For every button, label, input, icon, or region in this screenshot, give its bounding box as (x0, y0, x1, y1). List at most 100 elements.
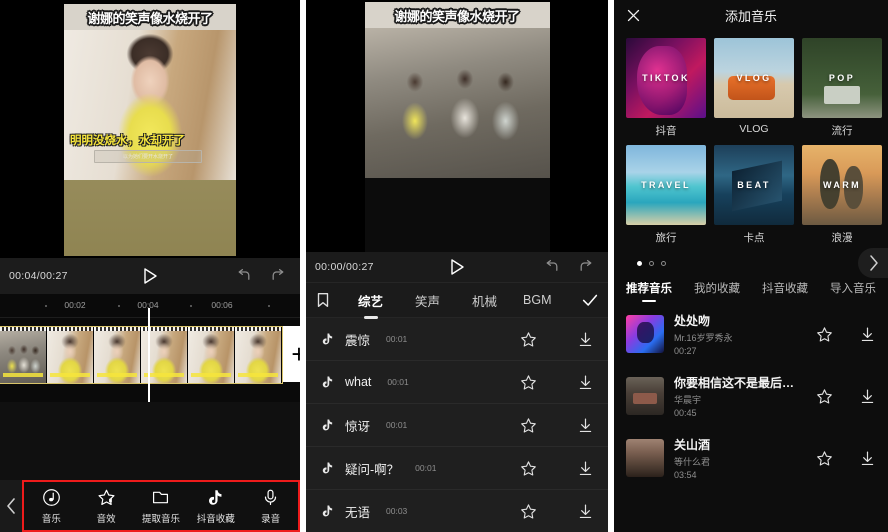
toolbar-item-sound-effects[interactable]: 音效 (80, 488, 132, 525)
timeline-filmstrip[interactable]: + (0, 318, 300, 402)
category-card-beat[interactable]: BEAT 卡点 (714, 145, 794, 245)
undo-redo-group (236, 268, 300, 284)
song-list[interactable]: 处处吻 Mr.16岁罗秀永 00:27 你要相信这不是最后… 华晨宇 00:45… (614, 303, 888, 489)
list-item[interactable]: 惊讶 00:01 (306, 404, 608, 447)
check-icon[interactable] (580, 290, 600, 310)
ruler-tick-label: 00:06 (211, 300, 233, 310)
album-art (626, 315, 664, 353)
tab-import-music[interactable]: 导入音乐 (830, 280, 876, 303)
close-icon[interactable] (626, 8, 641, 23)
category-artwork: TIKTOK (626, 38, 706, 118)
sfx-video-title-band: 谢娜的笑声像水烧开了 (364, 2, 550, 28)
sfx-tab-variety[interactable]: 综艺 (354, 291, 387, 310)
song-title: 你要相信这不是最后… (674, 376, 795, 390)
category-card-travel[interactable]: TRAVEL 旅行 (626, 145, 706, 245)
sfx-video-canvas[interactable]: 谢娜的笑声像水烧开了 (364, 2, 550, 252)
back-button[interactable] (0, 480, 22, 532)
ruler-tick-dot (190, 305, 192, 307)
subtitle-edit-box[interactable]: 以为她们要开水烧开了 (94, 150, 202, 163)
video-subtitle-overlay[interactable]: 明明没烧水，水却开了 (70, 132, 185, 148)
music-tabs: 推荐音乐 我的收藏 抖音收藏 导入音乐 (614, 274, 888, 303)
category-card-vlog[interactable]: VLOG VLOG (714, 38, 794, 138)
sfx-play-button[interactable] (446, 256, 468, 278)
sfx-tab-bgm-clipped[interactable]: BGM (523, 293, 563, 307)
pagination-dot[interactable] (649, 260, 654, 266)
toolbar-item-record[interactable]: 录音 (245, 488, 297, 525)
playhead[interactable] (148, 318, 150, 402)
bookmark-icon[interactable] (314, 291, 332, 309)
star-icon[interactable] (520, 503, 537, 520)
star-icon[interactable] (520, 460, 537, 477)
redo-icon[interactable] (270, 268, 286, 284)
category-art-text: TRAVEL (641, 180, 691, 190)
download-icon[interactable] (577, 460, 594, 477)
tab-tiktok-favorites[interactable]: 抖音收藏 (762, 280, 808, 303)
list-item[interactable]: 你要相信这不是最后… 华晨宇 00:45 (614, 365, 888, 427)
category-card-tiktok[interactable]: TIKTOK 抖音 (626, 38, 706, 138)
song-actions (816, 450, 876, 467)
list-item[interactable]: 震惊 00:01 (306, 318, 608, 361)
song-title: 关山酒 (674, 438, 711, 452)
tab-recommended-music[interactable]: 推荐音乐 (626, 280, 672, 303)
category-artwork: TRAVEL (626, 145, 706, 225)
toolbar-item-extract-music[interactable]: 提取音乐 (135, 488, 187, 525)
undo-icon[interactable] (544, 259, 560, 275)
list-item[interactable]: what 00:01 (306, 361, 608, 404)
category-card-pop[interactable]: POP 流行 (802, 38, 882, 138)
song-duration: 00:45 (674, 408, 697, 418)
add-clip-button[interactable]: + (283, 326, 300, 382)
song-title: 处处吻 (674, 314, 711, 328)
sfx-video-preview[interactable]: 谢娜的笑声像水烧开了 (306, 0, 608, 252)
audio-toolbar-area: 音乐 音效 提取音乐 抖音收藏 录音 (0, 480, 300, 532)
timecode-label: 00:04/00:27 (9, 270, 68, 282)
toolbar-item-music[interactable]: 音乐 (25, 488, 77, 525)
play-icon (451, 259, 464, 275)
download-icon[interactable] (859, 326, 876, 343)
list-item[interactable]: 处处吻 Mr.16岁罗秀永 00:27 (614, 303, 888, 365)
music-note-circle-icon (42, 488, 61, 507)
download-icon[interactable] (577, 374, 594, 391)
star-icon[interactable] (816, 450, 833, 467)
sfx-tab-laughter[interactable]: 笑声 (411, 291, 444, 310)
folder-icon (151, 488, 170, 507)
category-card-warm[interactable]: WARM 浪漫 (802, 145, 882, 245)
list-item[interactable]: 关山酒 等什么君 03:54 (614, 427, 888, 489)
category-label: 旅行 (655, 232, 677, 244)
list-item[interactable]: 无语 00:03 (306, 490, 608, 532)
redo-icon[interactable] (578, 259, 594, 275)
download-icon[interactable] (859, 388, 876, 405)
tiktok-note-icon (320, 461, 335, 476)
download-icon[interactable] (859, 450, 876, 467)
pagination-dot-active[interactable] (637, 260, 642, 266)
star-icon[interactable] (520, 374, 537, 391)
tab-my-favorites[interactable]: 我的收藏 (694, 280, 740, 303)
subtitle-box-text: 以为她们要开水烧开了 (122, 154, 173, 160)
sfx-timecode-label: 00:00/00:27 (315, 261, 374, 273)
list-item[interactable]: 疑问-啊？ 00:01 (306, 447, 608, 490)
star-icon[interactable] (816, 388, 833, 405)
clip-strip[interactable]: + (0, 326, 300, 384)
toolbar-item-tiktok-favorites[interactable]: 抖音收藏 (190, 488, 242, 525)
category-art-text: BEAT (737, 180, 771, 190)
download-icon[interactable] (577, 331, 594, 348)
pagination-dot[interactable] (661, 260, 666, 266)
ruler-tick-label: 00:02 (64, 300, 86, 310)
star-icon[interactable] (520, 331, 537, 348)
download-icon[interactable] (577, 503, 594, 520)
page-title: 添加音乐 (724, 8, 777, 24)
video-clip[interactable] (0, 326, 283, 384)
sfx-tab-mechanical[interactable]: 机械 (468, 291, 501, 310)
sound-duration: 00:03 (386, 506, 408, 516)
ruler-tick-dot (45, 305, 47, 307)
video-canvas[interactable]: 谢娜的笑声像水烧开了 明明没烧水，水却开了 以为她们要开水烧开了 (64, 4, 236, 256)
play-button[interactable] (139, 265, 161, 287)
category-label: 卡点 (743, 232, 765, 244)
sound-effect-list[interactable]: 震惊 00:01 what 00:01 惊讶 00:01 疑问-啊？ 00:01… (306, 318, 608, 532)
timeline-ruler[interactable]: 00:02 00:04 00:06 (0, 294, 300, 318)
star-icon[interactable] (816, 326, 833, 343)
video-preview-area[interactable]: 谢娜的笑声像水烧开了 明明没烧水，水却开了 以为她们要开水烧开了 (0, 0, 300, 258)
download-icon[interactable] (577, 417, 594, 434)
star-icon[interactable] (520, 417, 537, 434)
clip-thumbnail (188, 327, 235, 383)
undo-icon[interactable] (236, 268, 252, 284)
